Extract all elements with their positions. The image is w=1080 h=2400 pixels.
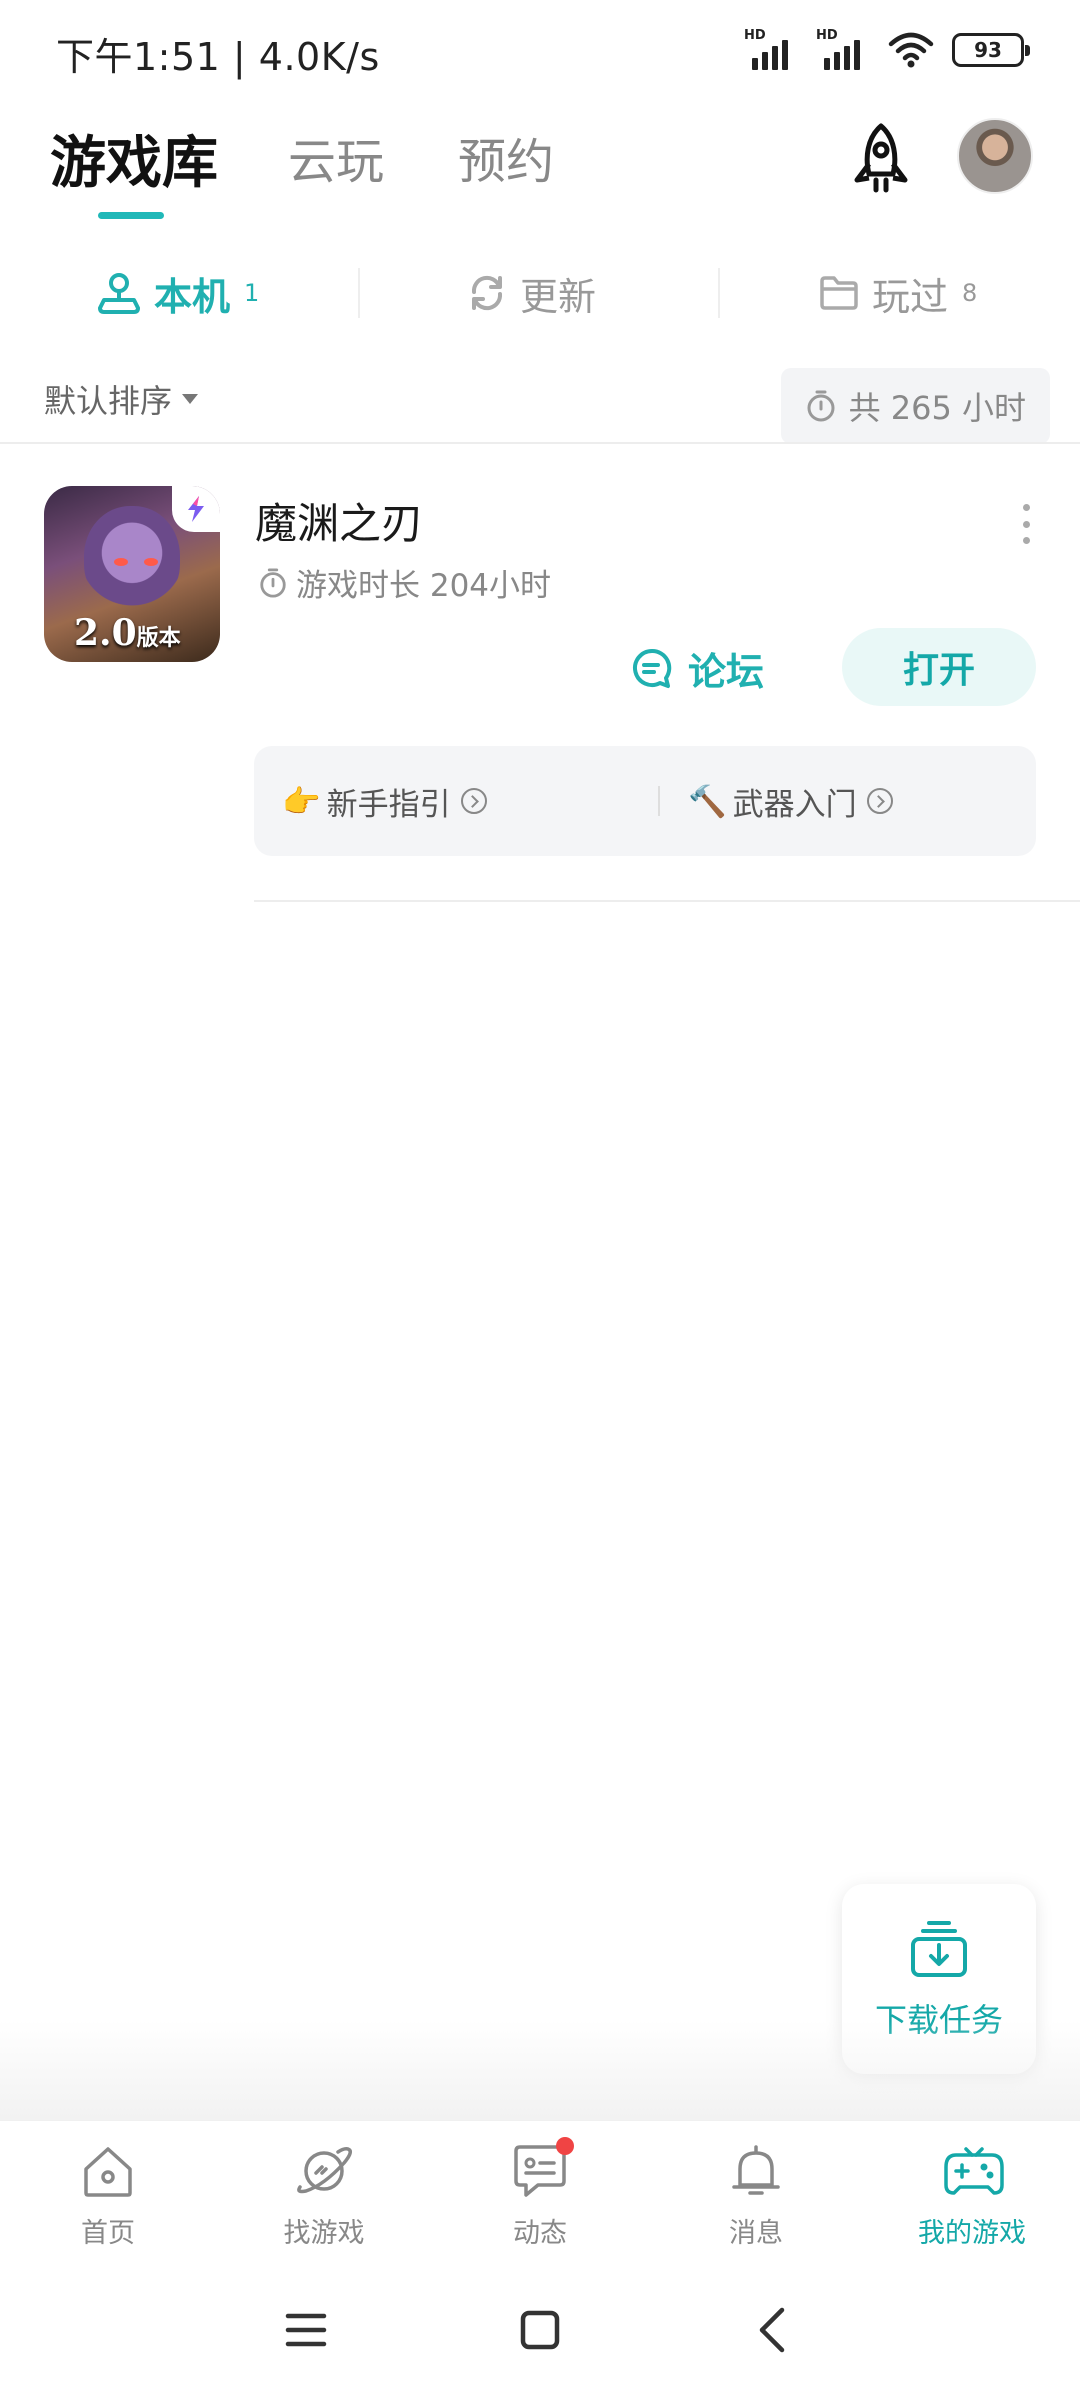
hammer-icon: 🔨 xyxy=(688,783,727,820)
sort-label: 默认排序 xyxy=(44,382,173,420)
folder-icon xyxy=(820,276,858,310)
system-nav xyxy=(0,2260,1080,2400)
game-playtime: 游戏时长 204小时 xyxy=(258,560,551,605)
cell-signal-icon: HD xyxy=(816,28,870,70)
guide-weapons-label: 武器入门 xyxy=(732,786,857,823)
subtab-played[interactable]: 玩过 8 xyxy=(818,250,977,336)
lightning-icon xyxy=(188,496,204,522)
back-icon[interactable] xyxy=(744,2300,804,2360)
cell-signal-icon: HD xyxy=(744,28,798,70)
nav-messages-label: 消息 xyxy=(729,2218,783,2249)
gamepad-icon xyxy=(944,2147,1004,2195)
guide-weapons[interactable]: 🔨 武器入门 xyxy=(688,746,893,856)
bottom-fade xyxy=(0,2020,1080,2120)
lightning-badge-icon xyxy=(172,486,220,532)
header: 游戏库 云玩 预约 xyxy=(0,110,1080,230)
battery-level: 93 xyxy=(974,38,1002,62)
battery-icon: 93 xyxy=(952,33,1030,67)
divider xyxy=(658,786,660,816)
dot xyxy=(1022,537,1030,544)
game-title[interactable]: 魔渊之刃 xyxy=(255,490,423,551)
chevron-right-icon xyxy=(866,788,893,814)
nav-home-label: 首页 xyxy=(81,2218,135,2249)
divider xyxy=(254,900,1080,902)
version-number: 2.0 xyxy=(74,612,137,654)
tab-game-library[interactable]: 游戏库 xyxy=(50,118,218,199)
wifi-icon xyxy=(888,32,934,68)
divider xyxy=(0,442,1080,444)
more-options-button[interactable] xyxy=(1014,504,1038,544)
refresh-icon xyxy=(471,275,503,311)
forum-icon xyxy=(633,648,672,688)
playtime-label: 游戏时长 204小时 xyxy=(296,568,552,604)
version-suffix: 版本 xyxy=(136,625,181,651)
divider xyxy=(718,268,720,318)
planet-icon xyxy=(297,2147,352,2194)
nav-feed[interactable]: 动态 xyxy=(450,2137,630,2261)
bell-icon xyxy=(732,2145,780,2195)
version-badge: 2.0版本 xyxy=(74,612,181,654)
total-time-label: 共 265 小时 xyxy=(848,389,1026,427)
subtab-played-count: 8 xyxy=(962,279,978,307)
nav-discover[interactable]: 找游戏 xyxy=(234,2141,414,2261)
nav-discover-label: 找游戏 xyxy=(283,2218,365,2249)
rocket-icon xyxy=(854,123,908,193)
forum-label: 论坛 xyxy=(688,649,765,694)
bottom-nav: 首页 找游戏 动态 消息 我的游戏 xyxy=(0,2120,1080,2260)
caret-down-icon xyxy=(182,394,199,404)
tab-indicator xyxy=(98,212,164,219)
nav-messages[interactable]: 消息 xyxy=(666,2141,846,2261)
nav-feed-label: 动态 xyxy=(513,2218,567,2249)
sub-tabs: 本机 1 更新 玩过 8 xyxy=(0,250,1080,336)
subtab-update-label: 更新 xyxy=(520,274,597,319)
subtab-local[interactable]: 本机 1 xyxy=(96,250,259,336)
subtab-update[interactable]: 更新 xyxy=(466,250,596,336)
tab-cloud-play[interactable]: 云玩 xyxy=(288,122,384,192)
subtab-local-count: 1 xyxy=(244,279,260,307)
divider xyxy=(358,268,360,318)
menu-icon[interactable] xyxy=(276,2300,336,2360)
joystick-icon xyxy=(98,273,140,314)
download-tray-icon xyxy=(911,1921,967,1977)
home-square-icon[interactable] xyxy=(510,2300,570,2360)
pointing-hand-icon: 👉 xyxy=(282,783,321,820)
subtab-local-label: 本机 xyxy=(154,274,231,319)
forum-button[interactable]: 论坛 xyxy=(630,630,764,706)
game-art-eye xyxy=(144,558,158,566)
status-bar: 下午1:51 | 4.0K/s HD HD 93 xyxy=(0,0,1080,100)
chevron-right-icon xyxy=(460,788,487,814)
timer-icon xyxy=(807,390,835,422)
guide-beginner-label: 新手指引 xyxy=(326,786,451,823)
game-icon[interactable]: 2.0版本 xyxy=(44,486,220,662)
timer-icon xyxy=(260,567,286,598)
game-art xyxy=(84,506,180,610)
notification-dot xyxy=(556,2137,574,2155)
status-time: 下午1:51 | 4.0K/s xyxy=(56,35,380,79)
nav-home[interactable]: 首页 xyxy=(18,2141,198,2261)
sort-row: 默认排序 共 265 小时 xyxy=(0,366,1080,444)
sort-dropdown[interactable]: 默认排序 xyxy=(44,376,199,422)
open-button[interactable]: 打开 xyxy=(842,628,1036,706)
rocket-button[interactable] xyxy=(845,120,917,200)
avatar[interactable] xyxy=(957,118,1033,194)
game-art-eye xyxy=(114,558,128,566)
dot xyxy=(1022,504,1030,511)
nav-my-games[interactable]: 我的游戏 xyxy=(882,2141,1062,2261)
dot xyxy=(1022,520,1030,528)
tab-reservation[interactable]: 预约 xyxy=(458,122,554,192)
home-icon xyxy=(84,2147,132,2197)
guide-links: 👉 新手指引 🔨 武器入门 xyxy=(254,746,1036,856)
total-time-badge: 共 265 小时 xyxy=(780,368,1050,444)
nav-my-games-label: 我的游戏 xyxy=(918,2218,1026,2249)
subtab-played-label: 玩过 xyxy=(872,274,949,319)
status-icons: HD HD 93 xyxy=(744,28,1030,70)
guide-beginner[interactable]: 👉 新手指引 xyxy=(282,746,487,856)
